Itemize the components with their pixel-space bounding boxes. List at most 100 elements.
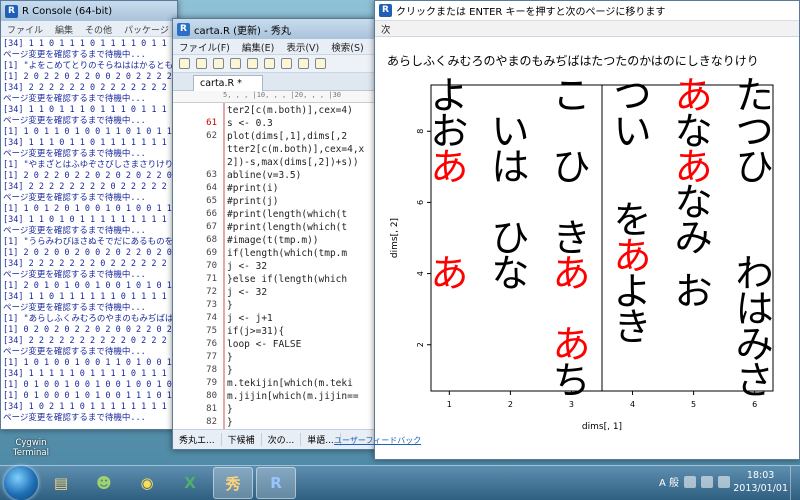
console-menu-item[interactable]: パッケージ <box>118 21 175 36</box>
clock-date: 2013/01/01 <box>733 483 788 494</box>
x-tick-label: 2 <box>508 400 513 409</box>
line-number: 62 <box>206 131 217 141</box>
console-line: [34] 1 1 0 1 1 1 1 1 1 0 1 1 1 1 1 <box>3 292 175 302</box>
console-line: [1] "よをこめてとりのそらねははかるともよ <box>3 61 175 71</box>
console-menu-item[interactable]: 編集 <box>49 21 79 36</box>
code-line: #print(length(which(t <box>227 209 348 220</box>
start-button[interactable] <box>4 466 38 500</box>
kana-point: あ <box>552 252 590 296</box>
editor-titlebar[interactable]: R carta.R (更新) - 秀丸 <box>173 19 381 39</box>
code-line: j <- 32 <box>227 261 268 272</box>
ime-indicator[interactable]: A 般 <box>659 474 679 489</box>
ruler: 5, , , |10, , , |20, , , |30 <box>173 91 381 103</box>
line-number: 68 <box>206 235 217 245</box>
console-line: ページ変更を確認するまで待機中... <box>3 149 146 159</box>
line-number: 75 <box>206 326 217 336</box>
cygwin-desktop-icon[interactable]: Cygwin Terminal <box>8 438 54 458</box>
taskbar-items: ▤ ☻ ◉ X 秀 R <box>38 467 296 499</box>
taskbar-r-icon[interactable]: R <box>256 467 296 499</box>
cut-icon[interactable] <box>247 58 258 69</box>
taskbar-excel-icon[interactable]: X <box>170 467 210 499</box>
code-area[interactable]: ter2[c(m.both)],cex=4) 61 s <- 0.3 62 plot… <box>173 103 381 429</box>
search-icon[interactable] <box>315 58 326 69</box>
taskbar-chrome-icon[interactable]: ◉ <box>127 467 167 499</box>
line-number: 61 <box>206 118 217 128</box>
kana-point: み <box>675 216 713 260</box>
new-file-icon[interactable] <box>179 58 190 69</box>
r-console-menubar: ファイル 編集 その他 パッケージ <box>1 21 177 37</box>
y-tick-label: 8 <box>416 129 425 134</box>
change-gutter <box>223 103 225 429</box>
taskbar-explorer-icon[interactable]: ▤ <box>41 467 81 499</box>
line-number: 74 <box>206 313 217 323</box>
console-line: [34] 1 1 0 1 1 1 0 1 1 1 1 0 1 1 1 <box>3 39 175 49</box>
editor-menu-item[interactable]: 表示(V) <box>280 40 325 54</box>
taskbar-app-green-icon[interactable]: ☻ <box>84 467 124 499</box>
r-graphics-icon: R <box>379 4 392 17</box>
line-number: 63 <box>206 170 217 180</box>
graphics-menubar: 次 <box>375 21 799 37</box>
code-line: } <box>227 365 233 376</box>
paste-icon[interactable] <box>281 58 292 69</box>
status-item[interactable]: 下候補 <box>222 433 262 446</box>
line-number: 79 <box>206 378 217 388</box>
clock[interactable]: 18:03 2013/01/01 <box>733 469 788 495</box>
line-number: 78 <box>206 365 217 375</box>
console-line: [1] "あらしふくみむろのやまのもみぢばは <box>3 314 174 324</box>
open-folder-icon[interactable] <box>196 58 207 69</box>
volume-icon[interactable] <box>701 475 713 488</box>
status-item[interactable]: 秀丸エ... <box>173 433 222 446</box>
kana-point: ひ <box>736 145 774 189</box>
clock-time: 18:03 <box>746 470 775 481</box>
console-line: [34] 1 1 1 0 1 1 0 1 1 1 1 1 1 1 1 <box>3 138 175 148</box>
r-console-window[interactable]: R R Console (64-bit) ファイル 編集 その他 パッケージ [34]… <box>0 0 178 430</box>
y-axis-label: dims[, 2] <box>390 218 400 258</box>
network-icon[interactable] <box>684 475 696 488</box>
code-line: } <box>227 417 233 428</box>
editor-menu-item[interactable]: ファイル(F) <box>173 40 236 54</box>
r-graphics-window[interactable]: R クリックまたは ENTER キーを押すと次のページに移ります 次 あらしふく… <box>374 0 800 460</box>
code-line: s <- 0.3 <box>227 118 273 129</box>
user-feedback-link[interactable]: ユーザーフィードバック <box>334 435 421 446</box>
line-number: 66 <box>206 209 217 219</box>
copy-icon[interactable] <box>264 58 275 69</box>
tab-carta-r[interactable]: carta.R * <box>193 75 263 91</box>
undo-icon[interactable] <box>298 58 309 69</box>
graphics-menu-next[interactable]: 次 <box>375 22 397 36</box>
code-line: j <- 32 <box>227 287 268 298</box>
kana-point: ち <box>552 358 590 402</box>
code-line: } <box>227 404 233 415</box>
line-number: 76 <box>206 339 217 349</box>
console-menu-item[interactable]: その他 <box>79 21 118 36</box>
line-number: 70 <box>206 261 217 271</box>
editor-menu-item[interactable]: 編集(E) <box>236 40 280 54</box>
console-line: [1] 1 0 1 0 0 1 0 0 1 1 0 1 0 0 1 <box>3 358 172 368</box>
save-icon[interactable] <box>213 58 224 69</box>
flag-icon[interactable] <box>718 475 730 488</box>
hidemaru-editor-window[interactable]: R carta.R (更新) - 秀丸 ファイル(F) 編集(E) 表示(V) 検索(… <box>172 18 382 450</box>
kana-point: お <box>675 269 713 313</box>
show-desktop-button[interactable] <box>790 466 800 500</box>
code-line: ter2[c(m.both)],cex=4) <box>227 105 353 116</box>
status-item[interactable]: 次の... <box>262 433 302 446</box>
kana-point: あ <box>430 145 468 189</box>
taskbar-hidemaru-icon[interactable]: 秀 <box>213 467 253 499</box>
code-line: } <box>227 300 233 311</box>
console-line: [1] 2 0 1 0 1 0 0 1 0 0 1 0 1 0 1 <box>3 281 172 291</box>
console-line: [34] 2 2 2 2 2 2 0 2 2 2 2 2 2 2 2 <box>3 83 175 93</box>
print-icon[interactable] <box>230 58 241 69</box>
console-menu-item[interactable]: ファイル <box>1 21 49 36</box>
r-console-titlebar[interactable]: R R Console (64-bit) <box>1 1 177 21</box>
graphics-titlebar[interactable]: R クリックまたは ENTER キーを押すと次のページに移ります <box>375 1 799 21</box>
line-number: 69 <box>206 248 217 258</box>
hidemaru-icon: R <box>177 22 190 36</box>
line-number: 80 <box>206 391 217 401</box>
editor-title: carta.R (更新) - 秀丸 <box>194 25 291 37</box>
r-console-output[interactable]: [34] 1 1 0 1 1 1 0 1 1 1 1 0 1 1 1 ページ変更を… <box>3 39 175 427</box>
editor-menu-item[interactable]: 検索(S) <box>325 40 369 54</box>
graphics-title: クリックまたは ENTER キーを押すと次のページに移ります <box>396 7 666 18</box>
console-line: [34] 1 1 1 1 1 0 1 1 1 1 0 1 1 1 1 <box>3 369 175 379</box>
code-line: if(length(which(tmp.m <box>227 248 348 259</box>
console-line: [34] 1 1 0 1 0 1 1 1 1 1 1 1 1 1 1 <box>3 215 175 225</box>
r-logo-icon: R <box>5 4 18 18</box>
